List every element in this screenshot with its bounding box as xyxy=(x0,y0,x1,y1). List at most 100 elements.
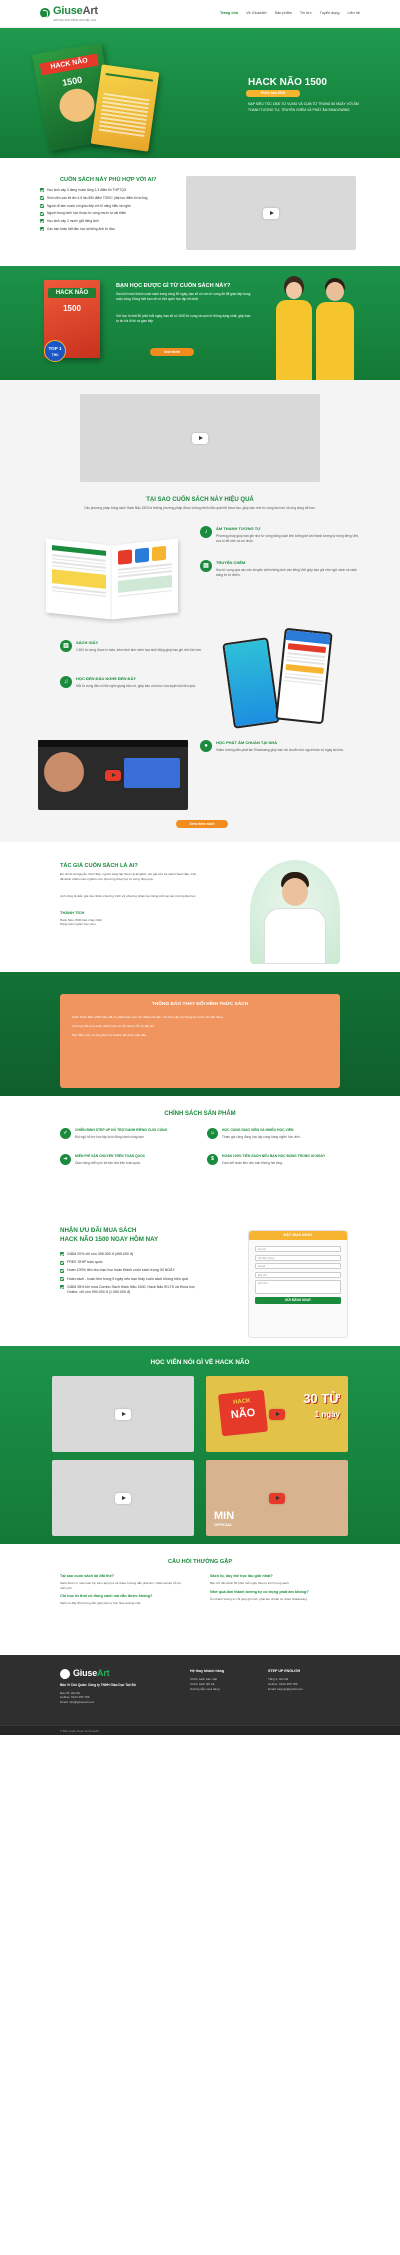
nav-contact[interactable]: Liên hệ xyxy=(348,11,360,17)
hero-description: NẠP SIÊU TỐC 1500 TỪ VỰNG VÀ CỤM TỪ TRON… xyxy=(248,102,359,112)
check-icon xyxy=(60,1252,64,1257)
footer-support-title: Hệ thuy khách hàng xyxy=(190,1669,225,1673)
hero-section: HACK NÃO 1500 HACK NÃO 1500 Phiên bản 20… xyxy=(0,28,400,158)
learn-paragraph-1: Sau khi hoàn thành cuốn sách trong vòng … xyxy=(116,292,251,302)
order-form-title: ĐẶT MUA NGAY xyxy=(249,1231,347,1240)
thumb-book: HACK NÃO xyxy=(217,1389,269,1437)
why-more-button[interactable]: Xem thêm sách xyxy=(176,820,228,828)
notice-paragraph-2: Các bạn đã mua sách phiên bản cũ vẫn đượ… xyxy=(72,1024,155,1029)
offer-item: GIẢM 20% chỉ còn 395.000 đ (495.000 đ) xyxy=(60,1252,200,1257)
author-photo xyxy=(250,860,340,964)
policy-item: ✓ CHIẾN BINH STEP UP HỖ TRỢ DÀNH RIÊNG CU… xyxy=(60,1128,193,1140)
notice-paragraph-1: Sách Hack Não 1500 hiện đã có phiên bản … xyxy=(72,1014,224,1019)
check-icon xyxy=(40,211,44,216)
nav-home[interactable]: Trang chủ xyxy=(220,11,238,17)
play-icon[interactable] xyxy=(115,1492,131,1504)
learn-more-button[interactable]: Xem thêm xyxy=(150,348,194,356)
offer-title: NHẬN ƯU ĐÃI MUA SÁCH HACK NÃO 1500 NGAY H… xyxy=(60,1227,159,1244)
play-icon[interactable] xyxy=(263,207,279,219)
sound-icon: ♪ xyxy=(200,526,212,538)
faq-question[interactable]: Sách bị, dùy thế học lâu giỏi nhất? xyxy=(210,1574,340,1580)
offer-section: NHẬN ƯU ĐÃI MUA SÁCH HACK NÃO 1500 NGAY H… xyxy=(0,1216,400,1346)
play-icon[interactable] xyxy=(192,432,208,444)
author-subtitle: THÀNH TÍCH xyxy=(60,910,85,915)
benefit-listen: ♫ HỌC ĐẾN ĐÂU NGHE ĐẾN ĐẤY Mỗi từ vựng đề… xyxy=(60,676,220,689)
faq-question[interactable]: Chỉ học từ thôi có đúng cách mà vẫn được… xyxy=(60,1594,188,1600)
notice-paragraph-3: Mọi thắc mắc vui lòng liên hệ hotline để… xyxy=(72,1033,147,1038)
book-2-title xyxy=(105,72,154,82)
footer-company: Bản Vì Chủ Quản: Công ty TNHH Giáo Dục T… xyxy=(60,1683,136,1688)
nav-news[interactable]: Tin tức xyxy=(300,11,312,17)
fit-list: Học sinh cấp 3 đang muốn tăng 1-3 điểm t… xyxy=(40,188,175,235)
notice-section: THÔNG BÁO THAY ĐỔI HÌNH THỨC SÁCH Sách H… xyxy=(0,972,400,1096)
submit-order-button[interactable]: GỬI ĐĂNG NGAY xyxy=(255,1296,341,1304)
check-icon xyxy=(40,219,44,224)
author-section: TÁC GIẢ CUỐN SÁCH LÀ AI? Đó chính là Ngu… xyxy=(0,842,400,972)
nav-products[interactable]: Sản phẩm xyxy=(275,11,292,17)
footer-col-support: Hệ thuy khách hàng Chính sách bảo mật Ch… xyxy=(190,1669,260,1692)
play-icon[interactable] xyxy=(115,1408,131,1420)
fit-video[interactable] xyxy=(186,176,356,250)
notice-box: THÔNG BÁO THAY ĐỔI HÌNH THỨC SÁCH Sách H… xyxy=(60,994,340,1088)
faq-answer: Sách được in màu toàn bộ, kèm app học và… xyxy=(60,1581,181,1590)
nav-about[interactable]: Về GiuseArt xyxy=(246,11,266,17)
main-video[interactable] xyxy=(80,394,320,482)
microphone-icon: ● xyxy=(200,740,212,752)
fit-item: Các bạn khác bắt đầu học lại tiếng Anh t… xyxy=(40,227,175,232)
review-video-3[interactable] xyxy=(52,1460,194,1536)
play-icon[interactable] xyxy=(105,769,121,781)
footer-logo[interactable]: GiuseArt xyxy=(60,1667,170,1680)
check-icon xyxy=(60,1268,64,1273)
why-section: TẠI SAO CUỐN SÁCH NÀY HIỆU QUẢ Các phươn… xyxy=(0,490,400,842)
author-achievements: Hack Não 1500 bán chạy nhất Hàng trăm ng… xyxy=(60,918,200,927)
reviews-title: HỌC VIÊN NÓI GÌ VỀ HACK NÃO xyxy=(150,1359,250,1366)
faq-question[interactable]: Tại sao cuốn sách lại đắt thế? xyxy=(60,1574,188,1580)
top-seller-badge: TOP 1 TIKI xyxy=(44,340,66,362)
logo[interactable]: GiuseArt GIÚP BẠN HỌC TIẾNG ANH HIỆU QUẢ xyxy=(40,4,98,22)
phone-field[interactable]: Số điện thoại xyxy=(255,1254,341,1261)
offer-item: FREE SHIP toàn quốc xyxy=(60,1260,200,1265)
footer-link[interactable]: Hướng dẫn mua hàng xyxy=(190,1687,260,1692)
author-paragraph-1: Đó chính là Nguyễn Văn Hiệp, người sáng … xyxy=(60,872,197,881)
check-icon xyxy=(40,203,44,208)
book-icon: ▤ xyxy=(200,560,212,572)
benefit-sound: ♪ ÂM THANH TƯƠNG TỰ Phương pháp giúp bạn … xyxy=(200,526,360,543)
fit-section: CUỐN SÁCH NÀY PHÙ HỢP VỚI AI? Học sinh c… xyxy=(0,158,400,266)
why-title: TẠI SAO CUỐN SÁCH NÀY HIỆU QUẢ xyxy=(146,497,254,503)
notice-title: THÔNG BÁO THAY ĐỔI HÌNH THỨC SÁCH xyxy=(151,1002,249,1007)
headphones-icon: ♫ xyxy=(60,676,72,688)
play-icon[interactable] xyxy=(269,1408,285,1420)
faq-col-left: Tại sao cuốn sách lại đắt thế? Sách được… xyxy=(60,1574,188,1610)
address-field[interactable]: Địa chỉ xyxy=(255,1271,341,1278)
review-video-4[interactable]: MIN OFFICIAL xyxy=(206,1460,348,1536)
app-phone-1 xyxy=(222,637,280,729)
email-field[interactable]: Email xyxy=(255,1263,341,1269)
name-field[interactable]: Họ tên xyxy=(255,1246,341,1252)
thumb-caption-2: MIN OFFICIAL xyxy=(214,1510,235,1528)
check-icon xyxy=(40,188,44,193)
offer-item: Hoàn cách - hoàn tiền trong 5 ngày nếu b… xyxy=(60,1277,200,1282)
fit-item: Người đi làm muốn nói giao tiếp với kĩ n… xyxy=(40,204,175,209)
review-video-1[interactable] xyxy=(52,1376,194,1452)
offer-item: Hoàn 100% tiền cho bạn học hoàn thành cu… xyxy=(60,1268,200,1273)
footer-copyright: © Bản quyền thuộc về GiuseArt xyxy=(0,1725,400,1735)
shield-icon: ✓ xyxy=(60,1128,71,1139)
fit-title: CUỐN SÁCH NÀY PHÙ HỢP VỚI AI? xyxy=(60,177,157,183)
check-icon xyxy=(60,1260,64,1265)
pronunciation-video[interactable] xyxy=(38,740,188,810)
faq-answer: Sách có đầy đủ hướng dẫn giúp bạn tự học… xyxy=(60,1601,142,1605)
nav-jobs[interactable]: Tuyển dụng xyxy=(320,11,340,17)
offer-list: GIẢM 20% chỉ còn 395.000 đ (495.000 đ) F… xyxy=(60,1252,200,1298)
learn-book-title: HACK NÃO xyxy=(48,287,96,299)
person-right xyxy=(312,278,358,380)
why-intro: Các phương pháp trong sách Hack Não 1500… xyxy=(84,506,316,510)
review-video-2[interactable]: HACK NÃO 30 TỪ 1 ngày xyxy=(206,1376,348,1452)
footer-col-company: GiuseArt Bản Vì Chủ Quản: Công ty TNHH G… xyxy=(60,1667,170,1705)
note-field[interactable]: Ghi chú xyxy=(255,1280,341,1294)
check-icon xyxy=(60,1276,64,1281)
faq-question[interactable]: Nhớ quá lâm thanh tương tự có trọng phát… xyxy=(210,1590,340,1596)
play-icon[interactable] xyxy=(269,1492,285,1504)
truck-icon: ➜ xyxy=(60,1153,71,1165)
learn-section: HACK NÃO 1500 TOP 1 TIKI BẠN HỌC ĐƯỢC GÌ… xyxy=(0,266,400,380)
benefit-pronounce: ● HỌC PHÁT ÂM CHUẨN TẠI NHÀ Video hướng d… xyxy=(200,740,360,753)
